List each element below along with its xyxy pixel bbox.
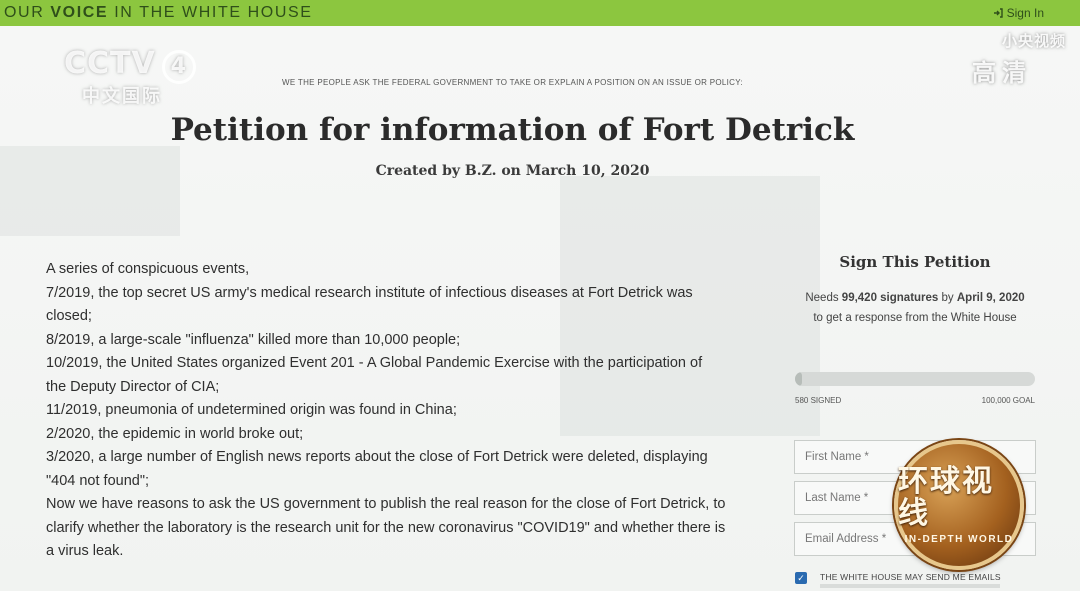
sign-in-link[interactable]: Sign In bbox=[993, 6, 1044, 20]
banner-title-bold: VOICE bbox=[50, 4, 109, 21]
signed-count: 580 SIGNED bbox=[795, 396, 842, 405]
body-line: Now we have reasons to ask the US govern… bbox=[46, 496, 726, 559]
body-line: 8/2019, a large-scale "influenza" killed… bbox=[46, 331, 461, 348]
top-banner: OUR VOICE IN THE WHITE HOUSE Sign In bbox=[0, 0, 1080, 26]
signature-progress-bar bbox=[795, 372, 1035, 386]
body-line: 11/2019, pneumonia of undetermined origi… bbox=[46, 402, 457, 418]
faded-text-line bbox=[820, 584, 1000, 588]
banner-title-prefix: OUR bbox=[4, 4, 51, 21]
overlay-line1: 小央视频 bbox=[1001, 33, 1066, 50]
desc-text: to get a response from the White House bbox=[813, 312, 1017, 324]
email-opt-in-checkbox[interactable]: ✓ bbox=[795, 572, 807, 584]
petition-title: Petition for information of Fort Detrick bbox=[170, 112, 855, 148]
deadline-date: April 9, 2020 bbox=[956, 292, 1025, 304]
sign-in-icon bbox=[993, 8, 1003, 18]
sign-panel-description: Needs 99,420 signatures by April 9, 2020… bbox=[800, 288, 1030, 328]
email-opt-in-label: THE WHITE HOUSE MAY SEND ME EMAILS bbox=[820, 572, 1001, 582]
badge-english: IN-DEPTH WORLD bbox=[904, 533, 1014, 545]
sign-panel-title: Sign This Petition bbox=[839, 253, 991, 271]
petition-page: CCTV 4 中文国际 小央视频 高清 WE THE PEOPLE ASK THE… bbox=[0, 26, 1080, 591]
channel-logo-text: CCTV bbox=[64, 46, 156, 81]
sign-in-label: Sign In bbox=[1006, 6, 1044, 20]
goal-count: 100,000 GOAL bbox=[981, 396, 1035, 405]
background-ghost bbox=[0, 146, 180, 236]
badge-chinese: 环球视线 bbox=[898, 464, 994, 530]
petition-byline: Created by B.Z. on March 10, 2020 bbox=[375, 163, 650, 179]
banner-title: OUR VOICE IN THE WHITE HOUSE bbox=[4, 4, 313, 22]
body-line: 10/2019, the United States organized Eve… bbox=[46, 355, 703, 395]
body-line: 7/2019, the top secret US army's medical… bbox=[46, 284, 693, 325]
body-line: 2/2020, the epidemic in world broke out; bbox=[46, 425, 304, 442]
progress-fill bbox=[795, 372, 803, 386]
body-line: 3/2020, a large number of English news r… bbox=[46, 449, 708, 489]
signatures-needed: 99,420 signatures bbox=[841, 292, 939, 304]
body-line: A series of conspicuous events, bbox=[46, 261, 250, 277]
program-badge: 环球视线 IN-DEPTH WORLD bbox=[894, 440, 1024, 570]
desc-text: Needs bbox=[805, 292, 842, 304]
petition-body: A series of conspicuous events, 7/2019, … bbox=[46, 258, 726, 564]
petition-kicker: WE THE PEOPLE ASK THE FEDERAL GOVERNMENT… bbox=[282, 78, 743, 87]
banner-title-suffix: IN THE WHITE HOUSE bbox=[108, 4, 313, 21]
desc-text: by bbox=[938, 292, 957, 304]
